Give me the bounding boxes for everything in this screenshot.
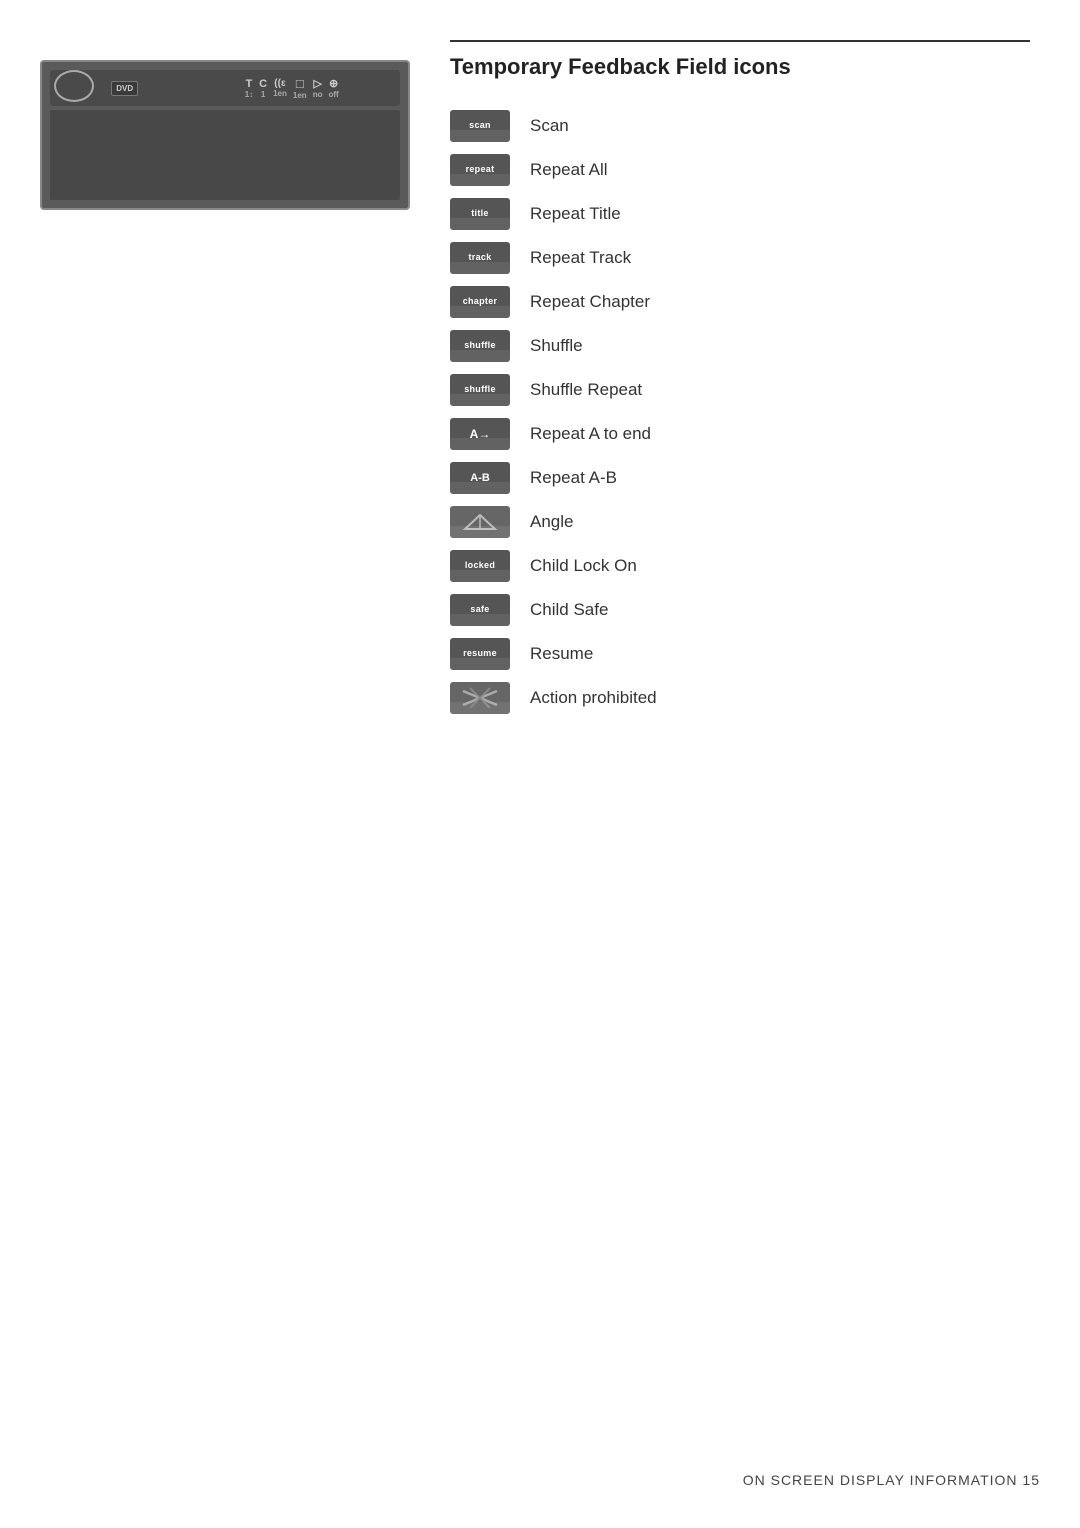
shuffle-badge-text: shuffle — [464, 341, 496, 351]
title-icon: T 1↕ — [245, 78, 253, 99]
shuffle-repeat-label: Shuffle Repeat — [530, 380, 642, 400]
list-item: shuffle Shuffle — [450, 324, 1030, 368]
audio-icon: ((ε 1en — [273, 78, 287, 98]
zoom-icon: ⊕ off — [328, 77, 338, 99]
shuffle-label: Shuffle — [530, 336, 583, 356]
list-item: Action prohibited — [450, 676, 1030, 720]
audio-value: 1en — [273, 89, 287, 98]
repeat-title-label: Repeat Title — [530, 204, 621, 224]
repeat-a-badge: A→ — [450, 418, 510, 450]
title-badge-text: title — [471, 209, 489, 219]
list-item: A-B Repeat A-B — [450, 456, 1030, 500]
arrow-value: no — [313, 90, 323, 99]
dvd-screen: DVD T 1↕ C 1 ((ε 1en — [40, 60, 410, 210]
safe-badge-text: safe — [470, 605, 489, 615]
angle-label: Angle — [530, 512, 573, 532]
icons-list: scan Scan repeat Repeat All title — [450, 104, 1030, 720]
child-safe-label: Child Safe — [530, 600, 608, 620]
list-item: Angle — [450, 500, 1030, 544]
list-item: safe Child Safe — [450, 588, 1030, 632]
safe-badge: safe — [450, 594, 510, 626]
repeat-badge-text: repeat — [466, 165, 495, 175]
chapter-badge: chapter — [450, 286, 510, 318]
track-badge-text: track — [468, 253, 491, 263]
aspect-value: 1en — [293, 91, 307, 100]
shuffle-repeat-badge-text: shuffle — [464, 385, 496, 395]
dvd-circle-overlay — [54, 70, 94, 102]
scan-badge-text: scan — [469, 121, 491, 131]
list-item: chapter Repeat Chapter — [450, 280, 1030, 324]
title-value: 1↕ — [245, 90, 253, 99]
repeat-chapter-label: Repeat Chapter — [530, 292, 650, 312]
list-item: title Repeat Title — [450, 192, 1030, 236]
dvd-top-bar: DVD T 1↕ C 1 ((ε 1en — [50, 70, 400, 106]
repeat-ab-badge: A-B — [450, 462, 510, 494]
page-footer: ON SCREEN DISPLAY INFORMATION 15 — [743, 1472, 1040, 1488]
track-badge: track — [450, 242, 510, 274]
list-item: scan Scan — [450, 104, 1030, 148]
title-divider — [450, 40, 1030, 42]
list-item: track Repeat Track — [450, 236, 1030, 280]
resume-badge: resume — [450, 638, 510, 670]
chapter-icon: C 1 — [259, 78, 267, 99]
arrow-icon: ▷ no — [313, 77, 323, 99]
child-lock-label: Child Lock On — [530, 556, 637, 576]
repeat-ab-label: Repeat A-B — [530, 468, 617, 488]
locked-badge: locked — [450, 550, 510, 582]
aspect-icon: □ 1en — [293, 76, 307, 100]
section-title: Temporary Feedback Field icons — [450, 54, 1030, 80]
list-item: resume Resume — [450, 632, 1030, 676]
right-panel: Temporary Feedback Field icons scan Scan… — [450, 40, 1030, 720]
resume-badge-text: resume — [463, 649, 497, 659]
list-item: A→ Repeat A to end — [450, 412, 1030, 456]
list-item: shuffle Shuffle Repeat — [450, 368, 1030, 412]
zoom-value: off — [328, 90, 338, 99]
locked-badge-text: locked — [465, 561, 495, 571]
prohibited-badge — [450, 682, 510, 714]
dvd-display-panel: DVD T 1↕ C 1 ((ε 1en — [40, 60, 410, 220]
dvd-bottom-area — [50, 110, 400, 200]
dvd-top-icons: T 1↕ C 1 ((ε 1en □ 1en — [245, 76, 339, 100]
repeat-a-end-label: Repeat A to end — [530, 424, 651, 444]
chapter-badge-text: chapter — [463, 297, 498, 307]
footer-text: ON SCREEN DISPLAY INFORMATION 15 — [743, 1472, 1040, 1488]
repeat-track-label: Repeat Track — [530, 248, 631, 268]
angle-badge — [450, 506, 510, 538]
repeat-all-label: Repeat All — [530, 160, 608, 180]
list-item: locked Child Lock On — [450, 544, 1030, 588]
shuffle-badge: shuffle — [450, 330, 510, 362]
resume-label: Resume — [530, 644, 593, 664]
scan-label: Scan — [530, 116, 569, 136]
shuffle-repeat-badge: shuffle — [450, 374, 510, 406]
list-item: repeat Repeat All — [450, 148, 1030, 192]
repeat-badge: repeat — [450, 154, 510, 186]
action-prohibited-label: Action prohibited — [530, 688, 657, 708]
title-badge: title — [450, 198, 510, 230]
scan-badge: scan — [450, 110, 510, 142]
dvd-label: DVD — [111, 81, 138, 96]
chapter-value: 1 — [261, 90, 265, 99]
